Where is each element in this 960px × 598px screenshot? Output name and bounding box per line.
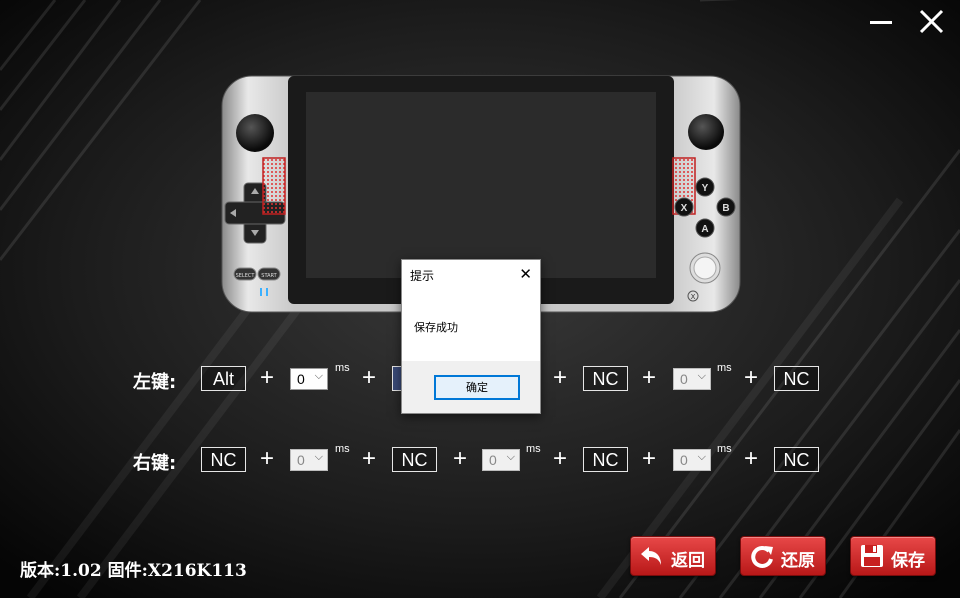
back-button[interactable]: 返回 <box>630 536 716 576</box>
plus-sign: + <box>744 364 759 391</box>
select-label: SELECT <box>236 273 256 279</box>
plus-sign: + <box>453 445 468 472</box>
device-x-label: X <box>691 293 696 301</box>
minimize-icon[interactable] <box>868 8 896 36</box>
plus-sign: + <box>642 445 657 472</box>
plus-sign: + <box>260 445 275 472</box>
save-button[interactable]: 保存 <box>850 536 936 576</box>
face-button-y-label: Y <box>702 183 709 194</box>
chevron-down-icon: ⌵ <box>506 451 515 463</box>
left-key-label: 左键: <box>133 372 177 393</box>
right-key-slot-4[interactable]: NC <box>774 447 819 472</box>
ms-unit: ms <box>717 443 732 455</box>
ms-unit: ms <box>717 362 732 374</box>
left-key-slot-3[interactable]: NC <box>583 366 628 391</box>
plus-sign: + <box>553 364 568 391</box>
floppy-disk-icon <box>861 545 883 567</box>
restore-button-label: 还原 <box>781 551 815 571</box>
dialog-title: 提示 <box>410 269 435 283</box>
message-dialog: 提示 ✕ 保存成功 确定 <box>401 259 541 414</box>
chevron-down-icon: ⌵ <box>697 370 706 382</box>
face-button-x-label: X <box>681 203 688 214</box>
dialog-close-icon[interactable]: ✕ <box>519 265 532 283</box>
save-button-label: 保存 <box>891 551 925 571</box>
version-info: 版本:1.02 固件:X216K113 <box>20 561 247 581</box>
right-key-slot-3[interactable]: NC <box>583 447 628 472</box>
plus-sign: + <box>553 445 568 472</box>
back-button-label: 返回 <box>671 551 705 571</box>
plus-sign: + <box>642 364 657 391</box>
right-delay-select-1[interactable]: 0 ⌵ <box>290 449 328 471</box>
left-delay-select-1[interactable]: 0 ⌵ <box>290 368 328 390</box>
ms-unit: ms <box>526 443 541 455</box>
right-delay-select-3[interactable]: 0 ⌵ <box>673 449 711 471</box>
right-key-slot-1[interactable]: NC <box>201 447 246 472</box>
close-icon[interactable] <box>918 8 946 36</box>
chevron-down-icon: ⌵ <box>314 370 323 382</box>
back-arrow-icon <box>641 547 661 565</box>
dialog-message: 保存成功 <box>414 321 458 334</box>
right-key-label: 右键: <box>133 453 177 474</box>
plus-sign: + <box>362 445 377 472</box>
left-key-slot-4[interactable]: NC <box>774 366 819 391</box>
ok-button[interactable]: 确定 <box>434 375 520 400</box>
left-key-slot-1[interactable]: Alt <box>201 366 246 391</box>
ms-unit: ms <box>335 443 350 455</box>
right-key-row: 右键: NC + 0 ⌵ ms + NC + 0 ⌵ ms + NC + 0 ⌵ ms… <box>0 443 960 477</box>
right-delay-select-2[interactable]: 0 ⌵ <box>482 449 520 471</box>
face-button-a-label: A <box>701 224 708 235</box>
left-delay-select-3[interactable]: 0 ⌵ <box>673 368 711 390</box>
dialog-footer: 确定 <box>402 361 540 413</box>
refresh-icon <box>751 545 773 568</box>
face-button-b-label: B <box>722 203 729 214</box>
chevron-down-icon: ⌵ <box>697 451 706 463</box>
plus-sign: + <box>744 445 759 472</box>
start-label: START <box>261 273 277 279</box>
chevron-down-icon: ⌵ <box>314 451 323 463</box>
ms-unit: ms <box>335 362 350 374</box>
plus-sign: + <box>260 364 275 391</box>
plus-sign: + <box>362 364 377 391</box>
right-key-slot-2[interactable]: NC <box>392 447 437 472</box>
restore-button[interactable]: 还原 <box>740 536 826 576</box>
